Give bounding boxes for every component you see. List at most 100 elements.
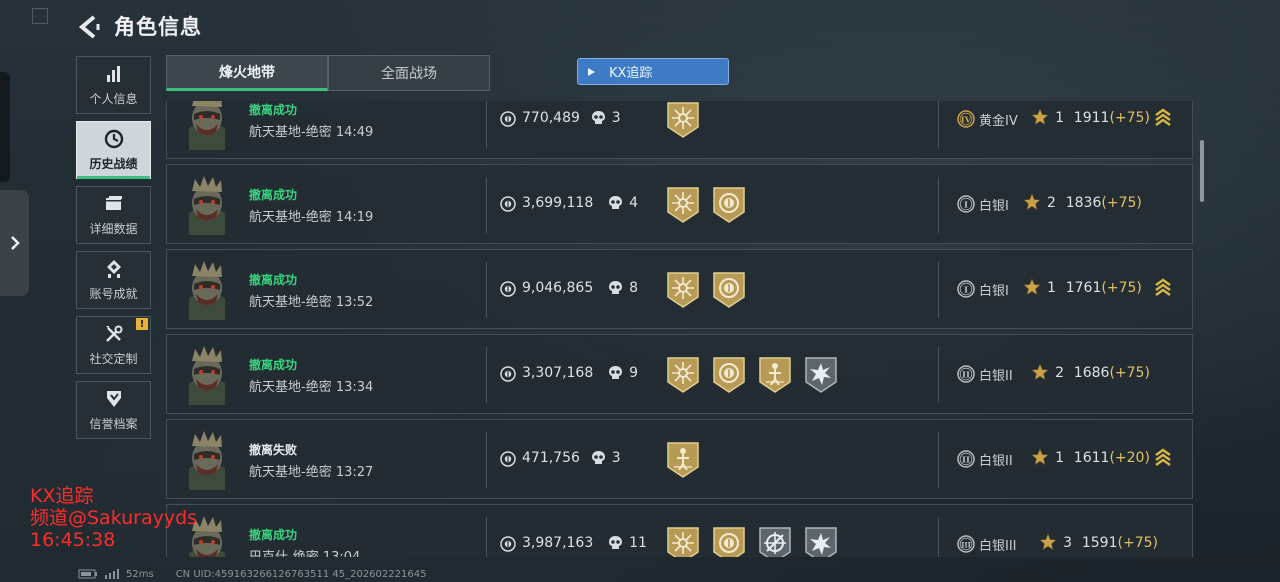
map-and-time: 航天基地-绝密 13:27 <box>249 461 373 480</box>
column-divider <box>938 262 939 318</box>
burst-badge-icon <box>805 357 837 393</box>
extraction-status: 撤离失败 <box>249 443 298 457</box>
match-record-row[interactable]: 撤离成功 航天基地-绝密 14:49 770,489 3 IV 黄金IV 1 1911(+75… <box>166 101 1193 159</box>
score-value: 1836 <box>1065 195 1102 211</box>
figure-badge-icon <box>759 357 791 393</box>
burst-badge-icon <box>805 527 837 557</box>
extraction-status: 撤离成功 <box>249 358 298 372</box>
kx-track-label: KX追踪 <box>609 66 653 81</box>
rank-up-chevron-icon <box>1155 108 1171 126</box>
rank-name: 白银II <box>979 369 1013 384</box>
star-icon <box>1031 363 1049 381</box>
match-record-row[interactable]: 撤离成功 航天基地-绝密 14:19 3,699,118 4 I 白银I 2 1836(+75… <box>166 164 1193 244</box>
star-count: 1 <box>1047 280 1056 296</box>
currency-icon <box>500 281 516 297</box>
alert-badge: ! <box>136 318 148 330</box>
operator-avatar <box>189 431 225 490</box>
coin-badge-icon <box>713 187 745 223</box>
shield-icon <box>106 391 121 407</box>
star-count: 3 <box>1063 535 1073 551</box>
rank-up-chevron-icon <box>1155 448 1171 466</box>
operator-avatar <box>189 346 225 405</box>
column-divider <box>938 101 939 148</box>
sun-badge-icon <box>667 272 699 308</box>
bar-chart-icon <box>106 66 120 82</box>
column-divider <box>486 101 487 148</box>
watermark-line-2: 频道@Sakurayyds <box>30 507 198 529</box>
figure-badge-icon <box>667 442 699 478</box>
skull-icon <box>591 111 605 124</box>
match-time: 13:04 <box>323 550 360 557</box>
star-icon <box>1039 533 1057 551</box>
currency-icon <box>500 366 516 382</box>
rank-tier-icon: I <box>957 195 975 213</box>
score-value: 1611 <box>1073 450 1110 466</box>
extraction-status: 撤离成功 <box>249 528 298 542</box>
star-icon <box>1023 193 1041 211</box>
match-time: 13:52 <box>335 295 374 310</box>
extraction-status: 撤离成功 <box>249 273 298 287</box>
value-amount: 3,987,163 <box>522 535 594 551</box>
sidebar-item-label: 详细数据 <box>89 222 138 236</box>
kx-track-button[interactable]: KX追踪 <box>577 58 729 85</box>
star-count: 2 <box>1055 365 1065 381</box>
score-delta: (+75) <box>1101 280 1142 296</box>
tab-fire-zone[interactable]: 烽火地带 <box>166 55 328 91</box>
match-record-row[interactable]: 撤离成功 航天基地-绝密 13:52 9,046,865 8 I 白银I 1 1761(+75… <box>166 249 1193 329</box>
score-value: 1761 <box>1065 280 1102 296</box>
match-record-row[interactable]: 撤离失败 航天基地-绝密 13:27 471,756 3 II 白银II 1 1611(+20… <box>166 419 1193 499</box>
map-name: 航天基地-绝密 <box>249 125 332 140</box>
kill-count: 8 <box>629 280 639 296</box>
column-divider <box>486 347 487 403</box>
sidebar-item-label: 账号成就 <box>89 287 138 301</box>
map-and-time: 航天基地-绝密 13:52 <box>249 291 373 310</box>
map-and-time: 航天基地-绝密 13:34 <box>249 376 373 395</box>
kill-count: 3 <box>611 110 621 126</box>
rank-score: 1591(+75) <box>1082 535 1158 551</box>
list-scrollbar[interactable] <box>1200 140 1204 202</box>
score-delta: (+75) <box>1109 365 1150 381</box>
value-amount: 3,699,118 <box>522 195 594 211</box>
achievement-badges <box>665 441 701 479</box>
map-name: 航天基地-绝密 <box>249 380 332 395</box>
rank-tier-icon: IV <box>957 110 975 128</box>
rank-name: 白银III <box>979 539 1017 554</box>
rank-up-chevron-icon <box>1155 278 1171 296</box>
chevron-right-icon <box>10 236 20 250</box>
play-icon <box>588 67 595 76</box>
sun-badge-icon <box>667 527 699 557</box>
sun-badge-icon <box>667 357 699 393</box>
value-amount: 770,489 <box>522 110 580 126</box>
sidebar-item-label: 历史战绩 <box>89 157 138 171</box>
currency-icon <box>500 196 516 212</box>
column-divider <box>938 517 939 557</box>
score-value: 1591 <box>1081 535 1118 551</box>
tab-full-battlefield[interactable]: 全面战场 <box>328 55 490 91</box>
rank-tier-icon: II <box>957 450 975 468</box>
rank-score: 1836(+75) <box>1066 195 1142 211</box>
back-arrow-icon[interactable] <box>76 14 104 40</box>
sidebar-item-label: 信誉档案 <box>89 417 138 431</box>
match-time: 13:27 <box>335 465 374 480</box>
score-delta: (+75) <box>1117 535 1158 551</box>
match-record-row[interactable]: 撤离成功巴克什-绝密 13:04 3,987,163 11 III 白银III 3 1591… <box>166 504 1193 557</box>
currency-icon <box>500 451 516 467</box>
rank-name: 白银II <box>979 454 1013 469</box>
page-title: 角色信息 <box>114 15 202 39</box>
sidebar-item-clock[interactable]: 历史战绩 <box>76 121 151 179</box>
corner-frame-mark <box>32 8 48 24</box>
coin-badge-icon <box>713 357 745 393</box>
sidebar-item-tools[interactable]: 社交定制! <box>76 316 151 374</box>
match-time: 13:34 <box>335 380 374 395</box>
skull-icon <box>609 366 623 379</box>
map-name: 巴克什-绝密 <box>249 550 319 557</box>
map-and-time: 航天基地-绝密 14:49 <box>249 121 373 140</box>
expand-panel-button[interactable] <box>0 190 29 296</box>
match-record-row[interactable]: 撤离成功 航天基地-绝密 13:34 3,307,168 9 II 白银II 2 1686(+… <box>166 334 1193 414</box>
sidebar-item-medal[interactable]: 账号成就 <box>76 251 151 309</box>
sidebar-item-bar-chart[interactable]: 个人信息 <box>76 56 151 114</box>
sidebar-item-shield[interactable]: 信誉档案 <box>76 381 151 439</box>
match-history-list[interactable]: 撤离成功 航天基地-绝密 14:49 770,489 3 IV 黄金IV 1 1911(+75… <box>166 101 1196 557</box>
sidebar-item-folder[interactable]: 详细数据 <box>76 186 151 244</box>
column-divider <box>486 517 487 557</box>
